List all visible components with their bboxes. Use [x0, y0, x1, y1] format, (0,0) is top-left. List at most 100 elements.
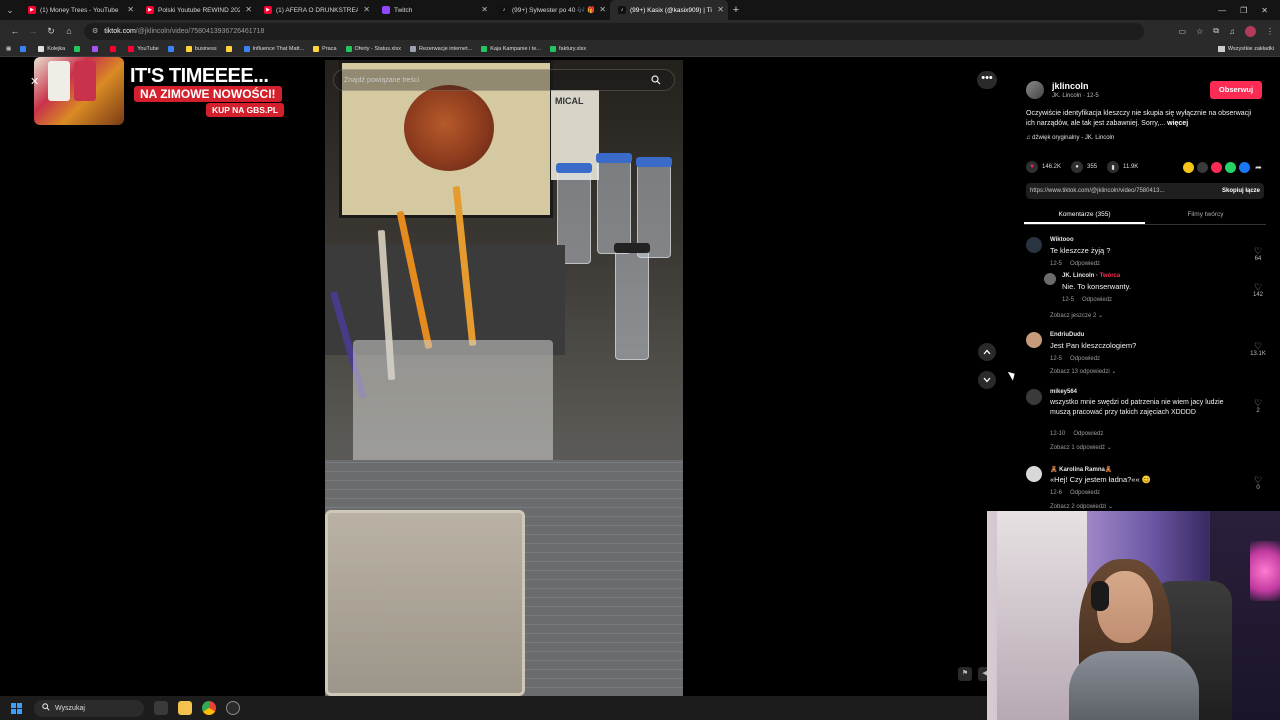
bookmark-item[interactable] [225, 46, 235, 52]
reply-link[interactable]: Odpowiedz [1073, 431, 1103, 437]
bookmark-item[interactable]: business [185, 46, 217, 52]
commenter-avatar[interactable] [1026, 389, 1042, 405]
commenter-avatar[interactable] [1044, 273, 1056, 285]
extensions-icon[interactable]: ⧉ [1213, 26, 1219, 36]
tab-creator-videos[interactable]: Filmy twórcy [1145, 206, 1266, 224]
comment-username[interactable]: EndriuDudu [1050, 332, 1084, 338]
author-username[interactable]: jklincoln [1052, 81, 1089, 91]
coin-icon[interactable] [1183, 161, 1194, 173]
comment-username[interactable]: JK. Lincoln · Twórca [1062, 273, 1120, 279]
forward-icon[interactable]: → [24, 26, 42, 36]
close-icon[interactable]: ✕ [30, 75, 39, 88]
profile-avatar[interactable] [1245, 25, 1256, 37]
bookmark-item[interactable] [167, 46, 177, 52]
arrow-up-icon[interactable] [978, 343, 996, 361]
commenter-avatar[interactable] [1026, 237, 1042, 253]
report-icon[interactable]: ⚑ [958, 667, 972, 681]
task-view-icon[interactable] [154, 701, 168, 715]
obs-app-icon[interactable] [226, 701, 240, 715]
file-explorer-icon[interactable] [178, 701, 192, 715]
copy-link-button[interactable]: Skopiuj łącze [1222, 188, 1260, 194]
search-icon[interactable] [648, 72, 664, 88]
bookmark-item[interactable]: Praca [313, 46, 337, 52]
bookmark-item[interactable]: Oferty - Status.xlsx [345, 46, 401, 52]
chrome-icon[interactable] [202, 701, 216, 715]
commenter-avatar[interactable] [1026, 466, 1042, 482]
browser-tab[interactable]: ▶ Polski Youtube REWIND 2025 | ✕ [138, 0, 256, 20]
more-options-icon[interactable]: ••• [977, 71, 997, 89]
bookmark-item[interactable]: Influence That Matt... [243, 46, 304, 52]
close-icon[interactable]: ✕ [481, 5, 488, 14]
comment-like[interactable]: ♡ 2 [1250, 399, 1266, 415]
back-icon[interactable]: ← [6, 26, 24, 36]
cast-icon[interactable]: ▭ [1179, 27, 1187, 36]
view-more-replies[interactable]: Zobacz jeszcze 2 ⌄ [1050, 312, 1103, 319]
comment-like[interactable]: ♡ 64 [1250, 247, 1266, 263]
close-icon[interactable]: ✕ [363, 5, 370, 14]
bookmark-item[interactable] [110, 46, 119, 52]
comment-stat[interactable]: ● 355 [1071, 161, 1097, 173]
ad-cta-button[interactable]: KUP NA GBS.PL [206, 103, 285, 117]
all-bookmarks-folder[interactable]: Wszystkie zakładki [1217, 46, 1274, 52]
star-icon[interactable]: ☆ [1196, 27, 1203, 36]
close-icon[interactable]: ✕ [717, 5, 724, 14]
more-link[interactable]: więcej [1167, 120, 1188, 127]
comment-username[interactable]: Wiktooo [1050, 237, 1074, 243]
more-icon[interactable]: ⋮ [1266, 27, 1274, 36]
windows-start-icon[interactable] [8, 700, 24, 716]
embed-icon[interactable] [1197, 161, 1208, 173]
whatsapp-icon[interactable] [1225, 161, 1236, 173]
tab-comments[interactable]: Komentarze (355) [1024, 206, 1145, 224]
ad-banner[interactable]: ✕ IT'S TIMEEEE... NA ZIMOWE NOWOŚCI! KUP… [18, 57, 310, 129]
facebook-icon[interactable] [1239, 161, 1250, 173]
new-tab-button[interactable]: + [728, 4, 744, 16]
home-icon[interactable]: ⌂ [60, 26, 78, 36]
follow-button[interactable]: Obserwuj [1210, 81, 1262, 99]
close-icon[interactable]: ✕ [127, 5, 134, 14]
address-bar[interactable]: ⚙ tiktok.com/@jklincoln/video/7580413936… [84, 22, 1144, 40]
browser-tab[interactable]: Twitch ✕ [374, 0, 492, 20]
bookmark-item[interactable]: Kaja Kampanie i te... [481, 46, 541, 52]
comment-like[interactable]: ♡ 13.1K [1250, 342, 1266, 358]
bookmark-item[interactable]: Kolejka [38, 46, 65, 52]
browser-tab[interactable]: ▶ (1) Money Trees - YouTube ✕ [20, 0, 138, 20]
reply-link[interactable]: Odpowiedz [1070, 261, 1100, 267]
send-icon[interactable] [1211, 161, 1222, 173]
tab-search-chevron-down-icon[interactable]: ⌄ [0, 0, 20, 20]
view-more-replies[interactable]: Zobacz 1 odpowiedź ⌄ [1050, 444, 1112, 451]
share-icon[interactable]: ➦ [1253, 162, 1264, 173]
view-more-replies[interactable]: Zobacz 2 odpowiedzi ⌄ [1050, 503, 1113, 509]
commenter-avatar[interactable] [1026, 332, 1042, 348]
site-info-icon[interactable]: ⚙ [92, 27, 98, 35]
view-more-replies[interactable]: Zobacz 13 odpowiedzi ⌄ [1050, 368, 1116, 375]
comment-like[interactable]: ♡ 0 [1250, 476, 1266, 492]
music-link[interactable]: ♫ dźwięk oryginalny - JK. Lincoln [1026, 135, 1114, 141]
bookmark-item[interactable] [92, 46, 101, 52]
media-control-icon[interactable]: ♫ [1229, 27, 1235, 36]
author-avatar[interactable] [1026, 81, 1044, 99]
bookmark-item[interactable] [74, 46, 83, 52]
comment-username[interactable]: mikey564 [1050, 389, 1077, 395]
video-player[interactable]: MICAL Znajdź powiązane treści [325, 60, 683, 696]
minimize-icon[interactable]: — [1218, 6, 1226, 15]
video-link[interactable]: https://www.tiktok.com/@jklincoln/video/… [1030, 188, 1165, 194]
close-icon[interactable]: ✕ [245, 5, 252, 14]
comment-like[interactable]: ♡ 142 [1250, 283, 1266, 299]
reply-link[interactable]: Odpowiedz [1070, 356, 1100, 362]
taskbar-search[interactable]: Wyszukaj [34, 699, 144, 717]
bookmark-item[interactable] [20, 46, 29, 52]
comment-username[interactable]: 🧸 Karolina Ramna🧸 [1050, 466, 1112, 473]
like-stat[interactable]: ♥ 146.2K [1026, 161, 1061, 173]
arrow-down-icon[interactable] [978, 371, 996, 389]
apps-icon[interactable]: ▦ [6, 46, 11, 52]
reload-icon[interactable]: ↻ [42, 26, 60, 37]
bookmark-item[interactable]: YouTube [128, 46, 159, 52]
related-search-input[interactable]: Znajdź powiązane treści [344, 77, 419, 84]
restore-icon[interactable]: ❐ [1240, 6, 1247, 15]
reply-link[interactable]: Odpowiedz [1070, 490, 1100, 496]
related-content-search[interactable]: Znajdź powiązane treści [333, 69, 675, 91]
reply-link[interactable]: Odpowiedz [1082, 297, 1112, 303]
bookmark-item[interactable]: faktury.xlsx [549, 46, 586, 52]
browser-tab[interactable]: ▶(1) AFERA O DRUNKSTREAM II✕ [256, 0, 374, 20]
browser-tab-active[interactable]: ♪ (99+) Kasix (@kasix909) | Ti ✕ [610, 0, 728, 20]
